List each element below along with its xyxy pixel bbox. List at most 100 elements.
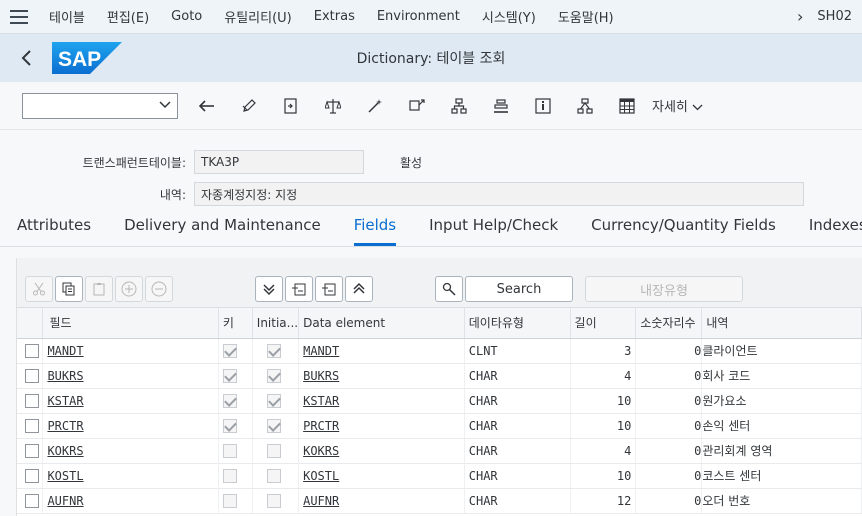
table-row[interactable]: PRCTR PRCTR CHAR 10 0 손익 센터 <box>17 413 862 439</box>
cut-icon[interactable] <box>25 276 53 302</box>
column-header-data-element[interactable]: Data element <box>298 308 465 339</box>
row-select-checkbox[interactable] <box>17 388 44 414</box>
column-header-data-type[interactable]: 데이타유형 <box>464 308 571 339</box>
column-header-length[interactable]: 길이 <box>570 308 637 339</box>
field-name[interactable]: MANDT <box>47 344 83 358</box>
field-name[interactable]: PRCTR <box>47 419 83 433</box>
data-element-cell[interactable]: KOKRS <box>298 438 465 464</box>
arrow-left-icon[interactable] <box>186 99 228 112</box>
menu-icon[interactable] <box>0 9 38 24</box>
edit-icon[interactable] <box>228 98 270 114</box>
tab-fields[interactable]: Fields <box>337 216 397 246</box>
description-cell: 클라이언트 <box>701 338 862 364</box>
row-select-checkbox[interactable] <box>17 413 44 439</box>
table-name-field[interactable]: TKA3P <box>194 150 364 174</box>
paste-icon[interactable] <box>85 276 113 302</box>
field-name[interactable]: KOSTL <box>47 469 83 483</box>
column-header-initial[interactable]: Initia... <box>252 308 300 339</box>
insert-field-icon[interactable] <box>285 276 313 302</box>
remove-field-icon[interactable] <box>315 276 343 302</box>
insert-row-icon[interactable] <box>115 276 143 302</box>
field-name-cell[interactable]: KOSTL <box>42 463 219 489</box>
delete-row-icon[interactable] <box>145 276 173 302</box>
chevron-right-icon[interactable]: › <box>783 7 817 26</box>
data-element[interactable]: AUFNR <box>303 494 339 508</box>
tab-delivery-maintenance[interactable]: Delivery and Maintenance <box>107 216 321 246</box>
builtin-type-button[interactable]: 내장유형 <box>585 276 743 302</box>
graph-icon[interactable] <box>564 97 606 114</box>
key-checkbox <box>222 418 237 433</box>
column-header-key[interactable]: 키 <box>218 308 253 339</box>
data-element-cell[interactable]: PRCTR <box>298 413 465 439</box>
description-field[interactable]: 자종계정지정: 지정 <box>194 182 804 206</box>
field-name[interactable]: AUFNR <box>47 494 83 508</box>
tab-currency-quantity[interactable]: Currency/Quantity Fields <box>574 216 776 246</box>
table-icon[interactable] <box>606 97 648 114</box>
row-select-checkbox[interactable] <box>17 363 44 389</box>
data-element-cell[interactable]: BUKRS <box>298 363 465 389</box>
menu-item-system[interactable]: 시스템(Y) <box>471 7 547 26</box>
stack-icon[interactable] <box>480 98 522 114</box>
field-name[interactable]: KOKRS <box>47 444 83 458</box>
search-button[interactable]: Search <box>465 276 573 302</box>
menu-item-goto[interactable]: Goto <box>160 9 213 24</box>
object-list-icon[interactable] <box>396 98 438 114</box>
row-select-checkbox[interactable] <box>17 488 44 514</box>
data-element-cell[interactable]: KOSTL <box>298 463 465 489</box>
collapse-icon[interactable] <box>255 276 283 302</box>
table-row[interactable]: KOKRS KOKRS CHAR 4 0 관리회계 영역 <box>17 438 862 464</box>
hierarchy-icon[interactable] <box>438 97 480 114</box>
copy-icon[interactable] <box>55 276 83 302</box>
command-field[interactable] <box>22 92 178 119</box>
column-header-decimals[interactable]: 소숫자리수 <box>635 308 703 339</box>
tab-indexes[interactable]: Indexes <box>792 216 862 246</box>
back-arrow-icon[interactable] <box>0 49 52 67</box>
data-element-cell[interactable]: MANDT <box>298 338 465 364</box>
menu-item-environment[interactable]: Environment <box>366 9 471 24</box>
row-select-checkbox[interactable] <box>17 463 44 489</box>
menu-item-utilities[interactable]: 유틸리티(U) <box>213 7 303 26</box>
row-select-checkbox[interactable] <box>17 338 44 364</box>
table-name-row: 트랜스패런트테이블: TKA3P 활성 <box>0 150 422 174</box>
column-header-description[interactable]: 내역 <box>701 308 862 339</box>
more-button[interactable]: 자세히 <box>652 96 703 115</box>
tab-attributes[interactable]: Attributes <box>0 216 91 246</box>
compare-icon[interactable] <box>312 98 354 114</box>
field-name-cell[interactable]: MANDT <box>42 338 219 364</box>
menu-item-edit[interactable]: 편집(E) <box>96 7 160 26</box>
column-header-select[interactable] <box>17 308 44 339</box>
column-header-field[interactable]: 필드 <box>42 308 219 339</box>
search-icon[interactable] <box>435 276 463 302</box>
table-row[interactable]: AUFNR AUFNR CHAR 12 0 오더 번호 <box>17 488 862 514</box>
field-name[interactable]: KSTAR <box>47 394 83 408</box>
menu-item-help[interactable]: 도움말(H) <box>547 7 625 26</box>
data-element[interactable]: MANDT <box>303 344 339 358</box>
menu-item-extras[interactable]: Extras <box>303 9 366 24</box>
chevron-down-icon[interactable] <box>159 98 171 112</box>
data-element[interactable]: KSTAR <box>303 394 339 408</box>
field-name-cell[interactable]: KOKRS <box>42 438 219 464</box>
table-row[interactable]: BUKRS BUKRS CHAR 4 0 회사 코드 <box>17 363 862 389</box>
data-element-cell[interactable]: AUFNR <box>298 488 465 514</box>
table-row[interactable]: KSTAR KSTAR CHAR 10 0 원가요소 <box>17 388 862 414</box>
data-element[interactable]: KOSTL <box>303 469 339 483</box>
table-row[interactable]: KOSTL KOSTL CHAR 10 0 코스트 센터 <box>17 463 862 489</box>
data-element-cell[interactable]: KSTAR <box>298 388 465 414</box>
field-name-cell[interactable]: AUFNR <box>42 488 219 514</box>
info-icon[interactable] <box>522 97 564 114</box>
data-element[interactable]: KOKRS <box>303 444 339 458</box>
field-name-cell[interactable]: KSTAR <box>42 388 219 414</box>
table-row[interactable]: MANDT MANDT CLNT 3 0 클라이언트 <box>17 338 862 364</box>
magic-wand-icon[interactable] <box>354 98 396 114</box>
field-name-cell[interactable]: BUKRS <box>42 363 219 389</box>
data-element[interactable]: PRCTR <box>303 419 339 433</box>
row-select-checkbox[interactable] <box>17 438 44 464</box>
expand-icon[interactable] <box>345 276 373 302</box>
field-name-cell[interactable]: PRCTR <box>42 413 219 439</box>
tab-input-help-check[interactable]: Input Help/Check <box>412 216 558 246</box>
length-cell: 10 <box>570 413 637 439</box>
data-element[interactable]: BUKRS <box>303 369 339 383</box>
field-name[interactable]: BUKRS <box>47 369 83 383</box>
display-change-icon[interactable] <box>270 97 312 114</box>
menu-item-table[interactable]: 테이블 <box>38 7 96 26</box>
